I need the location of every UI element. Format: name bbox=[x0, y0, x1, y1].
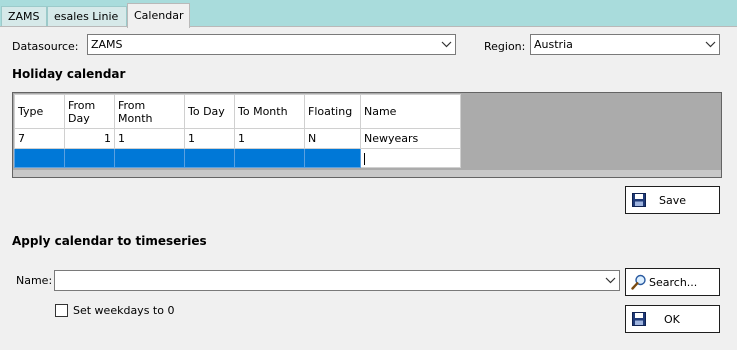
chevron-down-icon bbox=[605, 277, 616, 284]
chevron-down-icon bbox=[705, 41, 716, 48]
table-row[interactable]: 7 1 1 1 1 N Newyears bbox=[14, 128, 461, 149]
column-header-name[interactable]: Name bbox=[360, 94, 461, 129]
holiday-calendar-heading: Holiday calendar bbox=[12, 67, 126, 81]
cell-type[interactable]: 7 bbox=[14, 128, 65, 149]
floppy-disk-icon bbox=[632, 193, 646, 207]
column-header-from-month[interactable]: From Month bbox=[114, 94, 185, 129]
new-cell-name-editor[interactable] bbox=[360, 148, 461, 168]
search-button-label: Search... bbox=[649, 276, 698, 289]
cell-from-day[interactable]: 1 bbox=[64, 128, 115, 149]
magnifier-icon bbox=[631, 274, 646, 290]
column-header-to-day[interactable]: To Day bbox=[184, 94, 235, 129]
set-weekdays-label[interactable]: Set weekdays to 0 bbox=[73, 304, 174, 317]
new-cell-type[interactable] bbox=[14, 148, 65, 168]
column-header-type[interactable]: Type bbox=[14, 94, 65, 129]
tab-strip: ZAMS esales Linie Calendar bbox=[0, 0, 737, 28]
timeseries-name-select[interactable] bbox=[54, 270, 620, 291]
column-header-to-month[interactable]: To Month bbox=[234, 94, 305, 129]
new-cell-from-month[interactable] bbox=[114, 148, 185, 168]
holiday-header-row: Type From Day From Month To Day To Month… bbox=[14, 94, 461, 129]
text-caret bbox=[364, 152, 365, 165]
datasource-label: Datasource: bbox=[12, 40, 79, 53]
ok-button-label: OK bbox=[664, 313, 680, 326]
new-cell-from-day[interactable] bbox=[64, 148, 115, 168]
new-cell-to-month[interactable] bbox=[234, 148, 305, 168]
save-button[interactable]: Save bbox=[625, 186, 720, 214]
chevron-down-icon bbox=[441, 41, 452, 48]
datasource-value: ZAMS bbox=[91, 38, 123, 51]
column-header-from-day[interactable]: From Day bbox=[64, 94, 115, 129]
cell-from-month[interactable]: 1 bbox=[114, 128, 185, 149]
region-label: Region: bbox=[484, 40, 526, 53]
apply-calendar-heading: Apply calendar to timeseries bbox=[12, 234, 207, 248]
cell-floating[interactable]: N bbox=[304, 128, 361, 149]
tab-zams[interactable]: ZAMS bbox=[1, 6, 47, 27]
column-header-floating[interactable]: Floating bbox=[304, 94, 361, 129]
cell-to-month[interactable]: 1 bbox=[234, 128, 305, 149]
floppy-disk-icon bbox=[632, 312, 646, 326]
tab-calendar[interactable]: Calendar bbox=[127, 3, 190, 28]
save-button-label: Save bbox=[659, 194, 687, 207]
holiday-grid: Type From Day From Month To Day To Month… bbox=[12, 92, 722, 178]
tab-esales-linie[interactable]: esales Linie bbox=[47, 6, 127, 27]
holiday-table: Type From Day From Month To Day To Month… bbox=[14, 94, 461, 168]
tab-calendar-label: Calendar bbox=[134, 9, 184, 22]
set-weekdays-checkbox[interactable] bbox=[55, 304, 68, 317]
cell-name[interactable]: Newyears bbox=[360, 128, 461, 149]
region-select[interactable]: Austria bbox=[530, 34, 720, 55]
new-cell-floating[interactable] bbox=[304, 148, 361, 168]
ok-button[interactable]: OK bbox=[625, 305, 720, 333]
name-label: Name: bbox=[16, 274, 53, 287]
cell-to-day[interactable]: 1 bbox=[184, 128, 235, 149]
new-row[interactable] bbox=[14, 148, 461, 168]
datasource-select[interactable]: ZAMS bbox=[87, 34, 456, 55]
tab-zams-label: ZAMS bbox=[8, 10, 40, 23]
region-value: Austria bbox=[534, 38, 573, 51]
new-cell-to-day[interactable] bbox=[184, 148, 235, 168]
search-button[interactable]: Search... bbox=[625, 268, 720, 296]
grid-horizontal-scrollbar[interactable] bbox=[13, 170, 721, 177]
tab-esales-linie-label: esales Linie bbox=[54, 10, 119, 23]
